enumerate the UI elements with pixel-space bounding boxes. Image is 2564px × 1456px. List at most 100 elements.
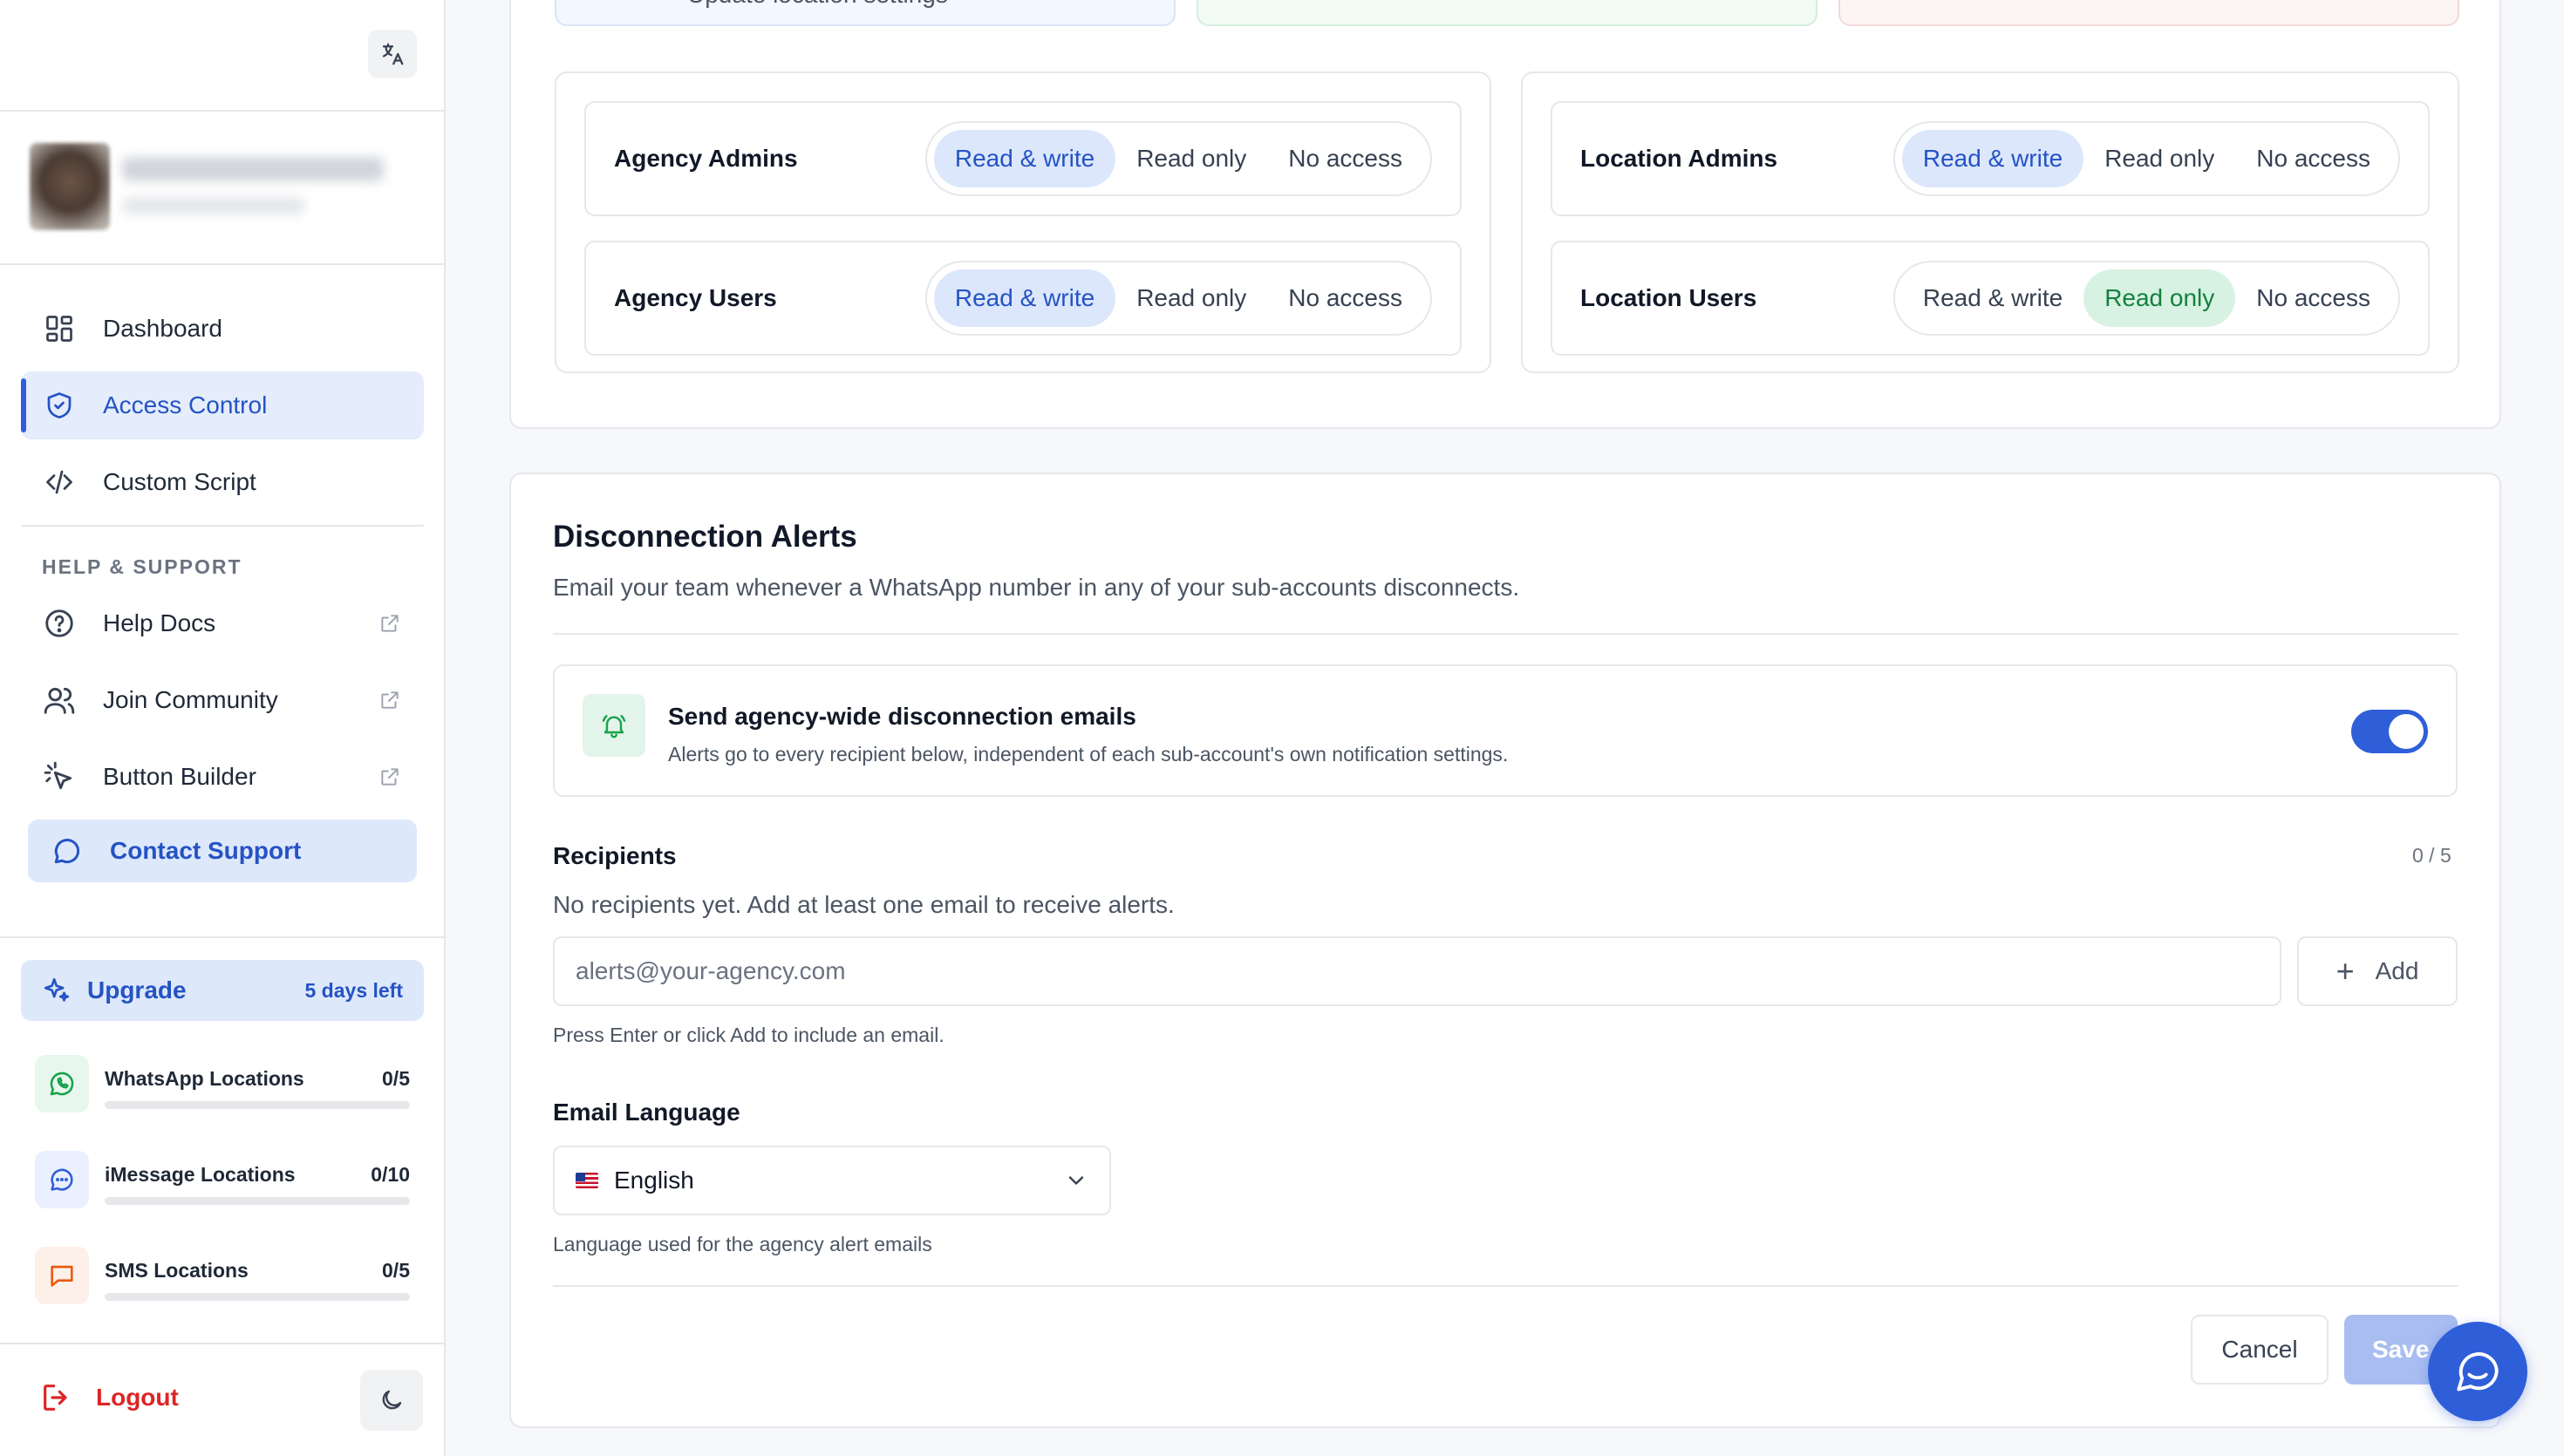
- user-name-redacted: [122, 157, 384, 181]
- option-card-red: [1838, 0, 2459, 26]
- chevron-down-icon: [1064, 1168, 1088, 1193]
- toggle-description: Alerts go to every recipient below, inde…: [668, 743, 1509, 765]
- option-read-only[interactable]: Read only: [1115, 130, 1267, 187]
- trial-days-left: 5 days left: [304, 978, 404, 1002]
- permission-segmented-control: Read & write Read only No access: [1892, 261, 2400, 336]
- logout-button[interactable]: Logout: [38, 1379, 179, 1416]
- translate-icon: [379, 41, 406, 67]
- option-read-write[interactable]: Read & write: [1902, 269, 2083, 327]
- recipients-count: 0 / 5: [2412, 844, 2451, 867]
- language-hint: Language used for the agency alert email…: [553, 1233, 932, 1255]
- option-no-access[interactable]: No access: [2235, 269, 2391, 327]
- dashboard-icon: [42, 311, 77, 346]
- access-control-card: Update location settings Agency Admins R…: [509, 0, 2501, 429]
- option-read-write[interactable]: Read & write: [933, 269, 1116, 327]
- email-language-select[interactable]: English: [553, 1146, 1111, 1215]
- chat-bubble-icon: [2452, 1346, 2503, 1397]
- usage-progress-bar: [105, 1293, 410, 1301]
- recipients-empty-text: No recipients yet. Add at least one emai…: [553, 891, 1175, 918]
- usage-sms: SMS Locations 0/5: [35, 1247, 410, 1317]
- theme-toggle-button[interactable]: [360, 1370, 423, 1431]
- role-name: Agency Admins: [614, 145, 798, 172]
- usage-count: 0/5: [382, 1259, 410, 1282]
- permission-row-agency-users: Agency Users Read & write Read only No a…: [584, 241, 1462, 356]
- nav-dashboard[interactable]: Dashboard: [21, 295, 424, 363]
- agency-emails-switch[interactable]: [2351, 710, 2428, 753]
- permission-segmented-control: Read & write Read only No access: [924, 261, 1432, 336]
- option-read-write[interactable]: Read & write: [1901, 130, 2084, 187]
- nav-label: Button Builder: [103, 763, 256, 790]
- option-read-only[interactable]: Read only: [2083, 269, 2236, 327]
- nav-button-builder[interactable]: Button Builder: [21, 743, 424, 811]
- sms-icon: [35, 1247, 89, 1304]
- switch-knob: [2389, 714, 2424, 749]
- usage-progress-bar: [105, 1197, 410, 1205]
- sidebar-divider: [0, 110, 446, 112]
- usage-count: 0/10: [371, 1163, 410, 1186]
- sidebar-divider: [0, 936, 446, 938]
- alerts-title: Disconnection Alerts: [553, 520, 857, 554]
- permission-row-location-admins: Location Admins Read & write Read only N…: [1551, 101, 2430, 216]
- option-no-access[interactable]: No access: [1267, 269, 1423, 327]
- upgrade-label: Upgrade: [87, 976, 187, 1004]
- nav-join-community[interactable]: Join Community: [21, 666, 424, 734]
- translate-button[interactable]: [368, 30, 417, 78]
- pointer-icon: [42, 759, 77, 794]
- users-icon: [42, 683, 77, 718]
- nav-label: Join Community: [103, 686, 278, 713]
- upgrade-button[interactable]: Upgrade 5 days left: [21, 960, 424, 1021]
- logout-label: Logout: [96, 1384, 179, 1411]
- nav-help-docs[interactable]: Help Docs: [21, 589, 424, 657]
- contact-support-label: Contact Support: [110, 837, 302, 864]
- recipient-email-input[interactable]: [553, 936, 2281, 1006]
- external-link-icon: [373, 760, 406, 793]
- whatsapp-icon: [35, 1055, 89, 1112]
- nav-custom-script[interactable]: Custom Script: [21, 448, 424, 516]
- role-name: Location Admins: [1580, 145, 1778, 172]
- sparkle-icon: [42, 976, 72, 1005]
- usage-progress-bar: [105, 1101, 410, 1109]
- nav-label: Dashboard: [103, 315, 222, 342]
- permission-row-location-users: Location Users Read & write Read only No…: [1551, 241, 2430, 356]
- imessage-icon: [35, 1151, 89, 1208]
- section-divider: [553, 633, 2458, 635]
- logout-icon: [38, 1379, 75, 1416]
- nav-label: Custom Script: [103, 468, 256, 495]
- option-card-green: [1197, 0, 1817, 26]
- usage-label: SMS Locations: [105, 1259, 249, 1282]
- option-read-only[interactable]: Read only: [1115, 269, 1267, 327]
- nav-divider: [21, 525, 424, 527]
- usage-count: 0/5: [382, 1067, 410, 1090]
- moon-icon: [378, 1387, 405, 1413]
- role-name: Agency Users: [614, 284, 777, 311]
- role-name: Location Users: [1580, 284, 1757, 311]
- plus-icon: +: [2336, 953, 2355, 989]
- usage-label: iMessage Locations: [105, 1163, 296, 1186]
- external-link-icon: [373, 684, 406, 717]
- permission-row-agency-admins: Agency Admins Read & write Read only No …: [584, 101, 1462, 216]
- agency-permissions-group: Agency Admins Read & write Read only No …: [555, 71, 1491, 373]
- option-card-text: Update location settings: [687, 0, 948, 9]
- location-permissions-group: Location Admins Read & write Read only N…: [1521, 71, 2459, 373]
- option-no-access[interactable]: No access: [1267, 130, 1423, 187]
- add-label: Add: [2375, 957, 2419, 984]
- option-read-write[interactable]: Read & write: [933, 130, 1116, 187]
- chat-support-fab[interactable]: [2428, 1322, 2527, 1421]
- chat-bubble-icon: [49, 833, 85, 869]
- nav-access-control[interactable]: Access Control: [21, 371, 424, 439]
- toggle-title: Send agency-wide disconnection emails: [668, 703, 1136, 730]
- bell-icon: [583, 694, 645, 757]
- nav-label: Access Control: [103, 391, 268, 418]
- contact-support-button[interactable]: Contact Support: [28, 820, 417, 882]
- email-language-label: Email Language: [553, 1099, 740, 1126]
- cancel-button[interactable]: Cancel: [2191, 1315, 2329, 1385]
- usage-whatsapp: WhatsApp Locations 0/5: [35, 1055, 410, 1125]
- option-read-only[interactable]: Read only: [2083, 130, 2235, 187]
- permission-segmented-control: Read & write Read only No access: [924, 121, 1432, 196]
- sidebar-divider: [0, 1343, 446, 1344]
- option-no-access[interactable]: No access: [2235, 130, 2391, 187]
- help-circle-icon: [42, 606, 77, 641]
- usage-imessage: iMessage Locations 0/10: [35, 1151, 410, 1221]
- language-value: English: [614, 1167, 694, 1194]
- add-recipient-button[interactable]: + Add: [2297, 936, 2458, 1006]
